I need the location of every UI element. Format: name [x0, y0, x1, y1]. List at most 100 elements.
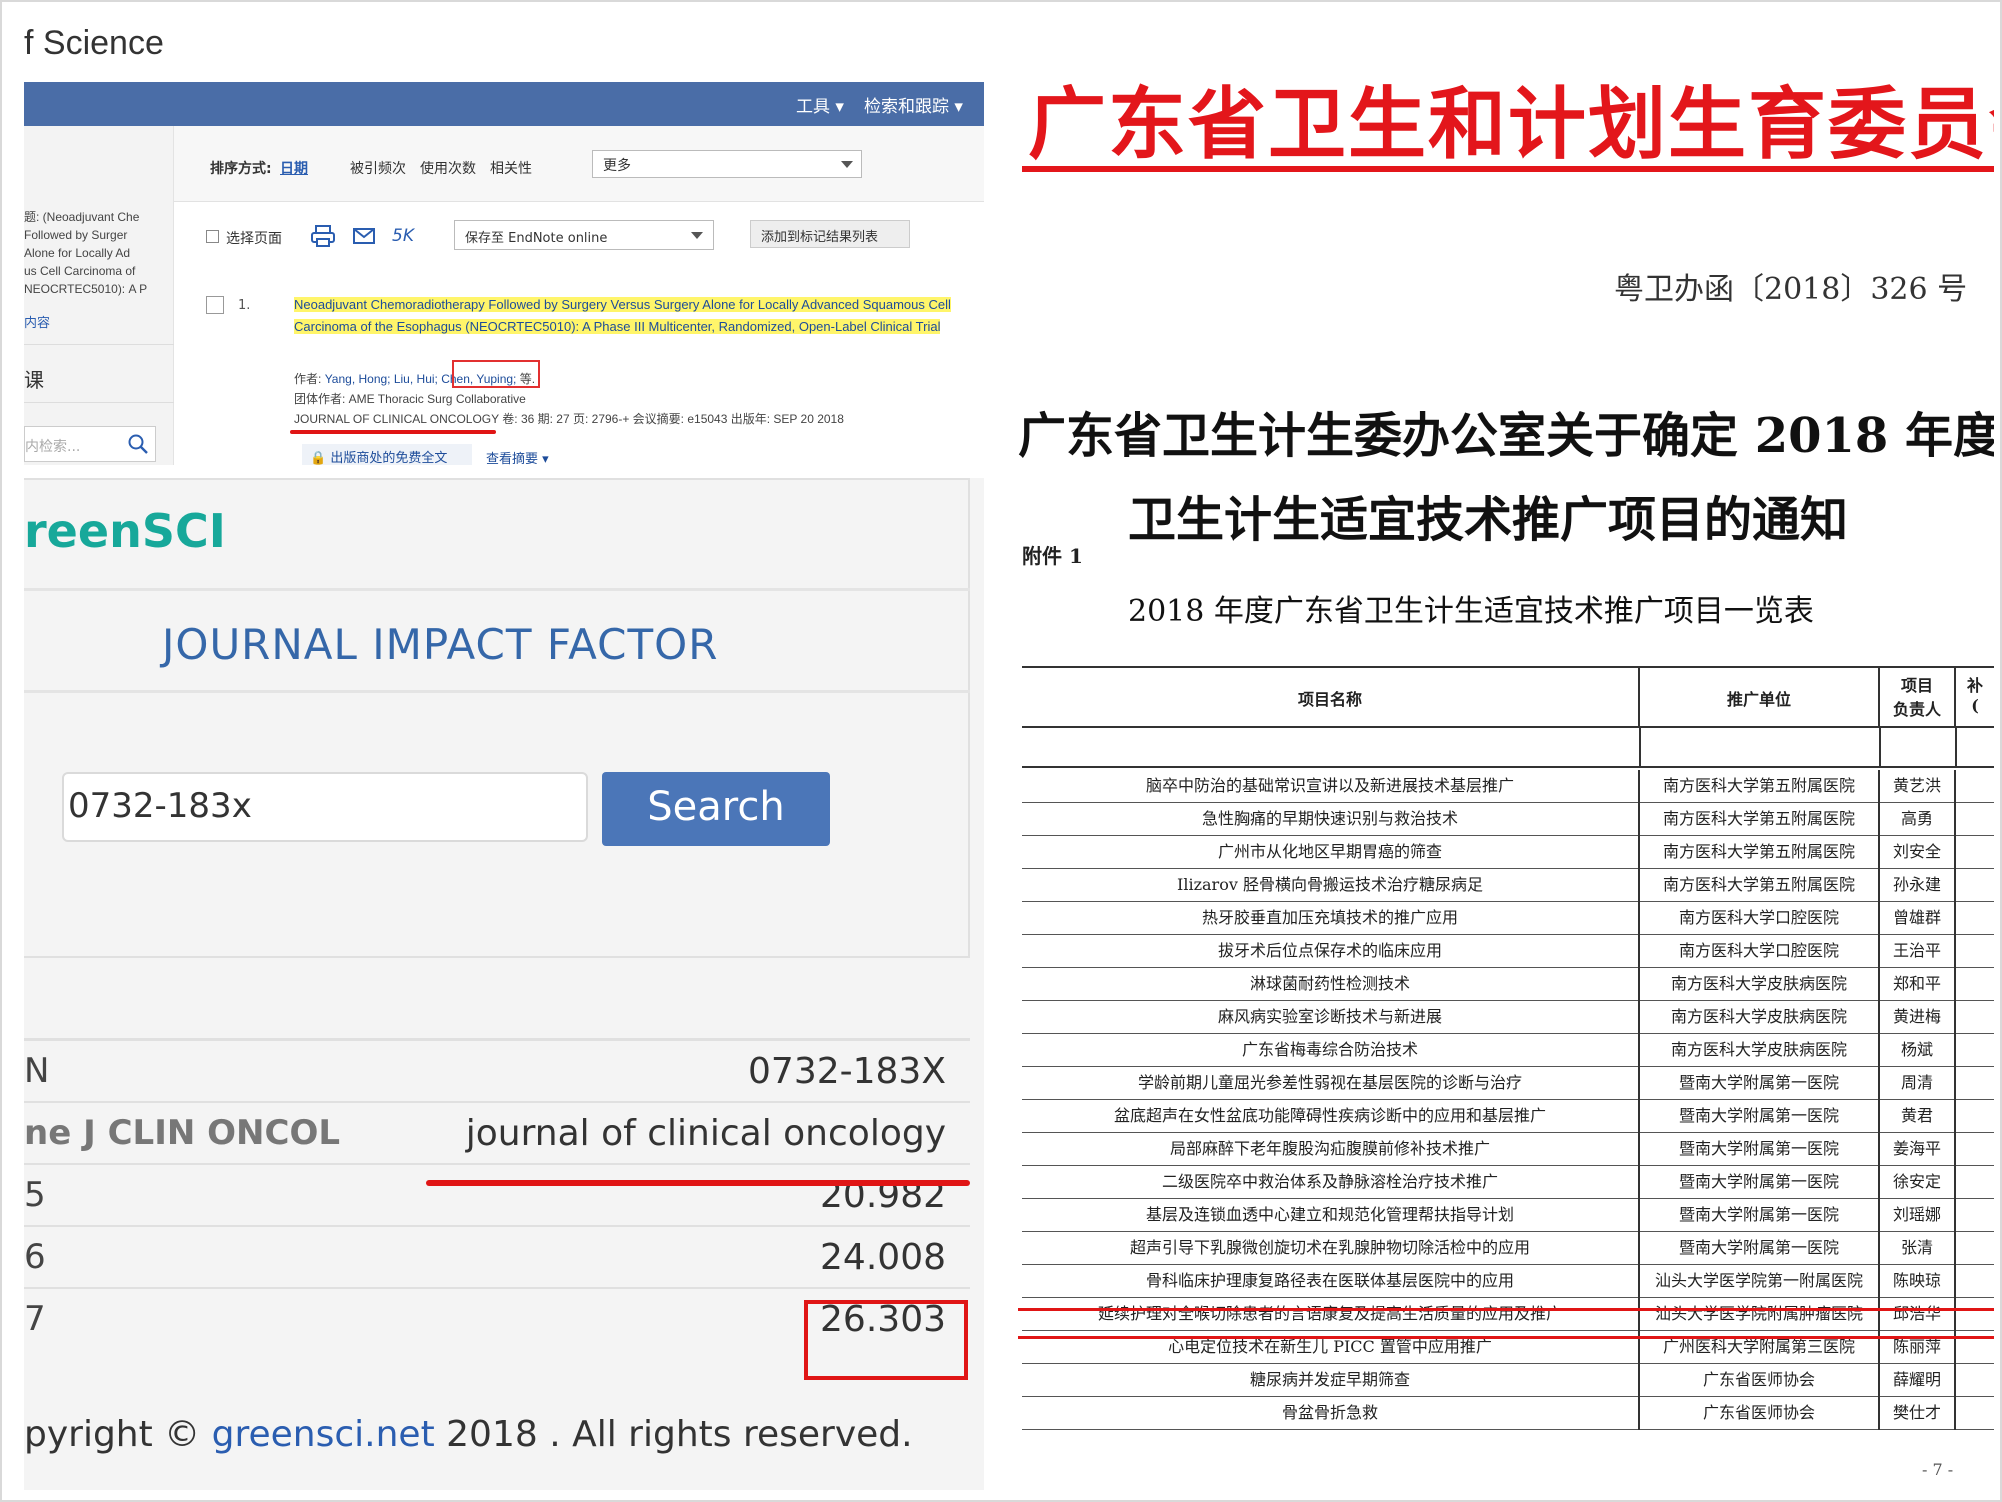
row-key: 7	[24, 1299, 46, 1339]
header-extra: 补(	[1966, 676, 1983, 715]
record-checkbox[interactable]	[206, 296, 224, 314]
sort-date[interactable]: 日期	[280, 158, 308, 178]
cell-unit: 暨南大学附属第一医院	[1640, 1133, 1880, 1166]
table-header: 项目名称 推广单位 项目 负责人 补(	[1022, 666, 1994, 728]
cell-project-name: 盆底超声在女性盆底功能障碍性疾病诊断中的应用和基层推广	[1022, 1100, 1640, 1133]
sort-label: 排序方式:	[210, 161, 272, 177]
cell-project-name: 急性胸痛的早期快速识别与救治技术	[1022, 803, 1640, 836]
header-project-name: 项目名称	[1022, 668, 1640, 726]
table-row: 5 20.982	[24, 1165, 970, 1227]
cell-project-name: 延续护理对全喉切除患者的言语康复及提高生活质量的应用及推广	[1022, 1298, 1640, 1331]
cell-extra	[1956, 1265, 1994, 1298]
table-row: 糖尿病并发症早期筛查 广东省医师协会 薛耀明	[1022, 1364, 1994, 1397]
table-row: 骨盆骨折急救 广东省医师协会 樊仕才	[1022, 1397, 1994, 1430]
cell-extra	[1956, 1001, 1994, 1034]
issn-search-input[interactable]: 0732-183x	[62, 772, 588, 842]
export-5k-button[interactable]: 5K	[392, 226, 414, 246]
cell-project-name: 学龄前期儿童屈光参差性弱视在基层医院的诊断与治疗	[1022, 1067, 1640, 1100]
sort-more-label: 更多	[603, 158, 631, 174]
record-source: JOURNAL OF CLINICAL ONCOLOGY 卷: 36 期: 27…	[294, 410, 844, 427]
table-row: 麻风病实验室诊断技术与新进展 南方医科大学皮肤病医院 黄进梅	[1022, 1001, 1994, 1034]
select-page-checkbox[interactable]	[206, 230, 219, 243]
greensci-panel: reenSCI JOURNAL IMPACT FACTOR 0732-183x …	[24, 478, 984, 1490]
cell-leader: 徐安定	[1880, 1166, 1956, 1199]
record-title-link[interactable]: Neoadjuvant Chemoradiotherapy Followed b…	[294, 294, 984, 338]
search-card: reenSCI JOURNAL IMPACT FACTOR 0732-183x …	[24, 478, 970, 958]
greensci-logo: reenSCI	[24, 504, 226, 558]
divider	[24, 402, 174, 403]
copyright-text: pyright ©	[24, 1414, 201, 1455]
record-number: 1.	[238, 298, 251, 313]
cell-project-name: 糖尿病并发症早期筛查	[1022, 1364, 1640, 1397]
cell-unit: 汕头大学医学院第一附属医院	[1640, 1265, 1880, 1298]
cell-leader: 孙永建	[1880, 869, 1956, 902]
free-fulltext-label: 出版商处的免费全文	[330, 451, 448, 465]
sort-usage[interactable]: 使用次数	[420, 158, 476, 178]
cell-project-name: 广州市从化地区早期胃癌的筛查	[1022, 836, 1640, 869]
free-fulltext-button[interactable]: 🔒 出版商处的免费全文	[302, 444, 472, 465]
table-spacer-row	[1022, 728, 1994, 768]
cell-leader: 曾雄群	[1880, 902, 1956, 935]
refine-search-box[interactable]: 内检索...	[24, 426, 156, 462]
cell-extra	[1956, 1166, 1994, 1199]
highlight-underline	[426, 1180, 970, 1186]
sort-relevance[interactable]: 相关性	[490, 158, 532, 178]
cell-extra	[1956, 935, 1994, 968]
sidebar-content-link[interactable]: 内容	[24, 312, 50, 331]
greensci-link[interactable]: greensci.net	[212, 1414, 435, 1455]
table-row: 学龄前期儿童屈光参差性弱视在基层医院的诊断与治疗 暨南大学附属第一医院 周清	[1022, 1067, 1994, 1100]
table-row: 急性胸痛的早期快速识别与救治技术 南方医科大学第五附属医院 高勇	[1022, 803, 1994, 836]
save-to-label: 保存至 EndNote online	[465, 231, 608, 246]
print-icon[interactable]	[310, 224, 336, 248]
cell-unit: 暨南大学附属第一医院	[1640, 1166, 1880, 1199]
cell-extra	[1956, 902, 1994, 935]
cell-extra	[1956, 803, 1994, 836]
cell-unit: 广东省医师协会	[1640, 1364, 1880, 1397]
table-row: 广州市从化地区早期胃癌的筛查 南方医科大学第五附属医院 刘安全	[1022, 836, 1994, 869]
record-meta: 卷: 36 期: 27 页: 2796-+ 会议摘要: e15043 出版年: …	[502, 412, 844, 426]
search-icon[interactable]	[127, 433, 149, 455]
sort-bar: 排序方式: 日期 被引频次 使用次数 相关性 更多	[174, 126, 984, 202]
cell-project-name: 麻风病实验室诊断技术与新进展	[1022, 1001, 1640, 1034]
row-key: ne J CLIN ONCOL	[24, 1113, 341, 1153]
refine-search-input[interactable]: 内检索...	[25, 436, 80, 456]
record-journal[interactable]: JOURNAL OF CLINICAL ONCOLOGY	[294, 412, 499, 426]
save-to-select[interactable]: 保存至 EndNote online	[454, 220, 714, 250]
search-button[interactable]: Search	[602, 772, 830, 846]
cell-extra	[1956, 1133, 1994, 1166]
copyright-text: 2018 . All rights reserved.	[446, 1414, 913, 1455]
table-row: 盆底超声在女性盆底功能障碍性疾病诊断中的应用和基层推广 暨南大学附属第一医院 黄君	[1022, 1100, 1994, 1133]
table-row: 骨科临床护理康复路径表在医联体基层医院中的应用 汕头大学医学院第一附属医院 陈映琼	[1022, 1265, 1994, 1298]
table-row: 广东省梅毒综合防治技术 南方医科大学皮肤病医院 杨斌	[1022, 1034, 1994, 1067]
table-row: 局部麻醉下老年腹股沟疝腹膜前修补技术推广 暨南大学附属第一医院 姜海平	[1022, 1133, 1994, 1166]
select-page-label: 选择页面	[226, 231, 282, 247]
cell-project-name: 淋球菌耐药性检测技术	[1022, 968, 1640, 1001]
add-to-marked-list-button[interactable]: 添加到标记结果列表	[750, 220, 910, 248]
divider	[24, 344, 174, 345]
cell-extra	[1956, 1199, 1994, 1232]
wos-top-bar: 工具 ▾ 检索和跟踪 ▾	[24, 82, 984, 126]
cell-leader: 樊仕才	[1880, 1397, 1956, 1430]
cell-unit: 南方医科大学口腔医院	[1640, 935, 1880, 968]
sidebar-heading: 课	[24, 368, 44, 392]
sort-more-select[interactable]: 更多	[592, 150, 862, 178]
search-tracking-menu[interactable]: 检索和跟踪 ▾	[864, 92, 963, 117]
cell-project-name: 热牙胶垂直加压充填技术的推广应用	[1022, 902, 1640, 935]
cell-project-name: Ilizarov 胫骨横向骨搬运技术治疗糖尿病足	[1022, 869, 1640, 902]
cell-project-name: 广东省梅毒综合防治技术	[1022, 1034, 1640, 1067]
cell-extra	[1956, 1298, 1994, 1331]
table-row: N 0732-183X	[24, 1041, 970, 1103]
cell-unit: 南方医科大学第五附属医院	[1640, 836, 1880, 869]
search-query-summary: 题: (Neoadjuvant Che Followed by Surger A…	[24, 210, 148, 296]
author-links[interactable]: Yang, Hong; Liu, Hui;	[325, 372, 438, 386]
cell-unit: 南方医科大学皮肤病医院	[1640, 1034, 1880, 1067]
sort-citations[interactable]: 被引频次	[350, 158, 406, 178]
email-icon[interactable]	[352, 226, 376, 246]
view-abstract-link[interactable]: 查看摘要 ▾	[486, 448, 549, 465]
letterhead-rule	[1022, 166, 1994, 172]
cell-unit: 南方医科大学第五附属医院	[1640, 803, 1880, 836]
record-group-author: 团体作者: AME Thoracic Surg Collaborative	[294, 392, 526, 406]
cell-project-name: 超声引导下乳腺微创旋切术在乳腺肿物切除活检中的应用	[1022, 1232, 1640, 1265]
tools-menu[interactable]: 工具 ▾	[796, 92, 844, 117]
cell-leader: 周清	[1880, 1067, 1956, 1100]
